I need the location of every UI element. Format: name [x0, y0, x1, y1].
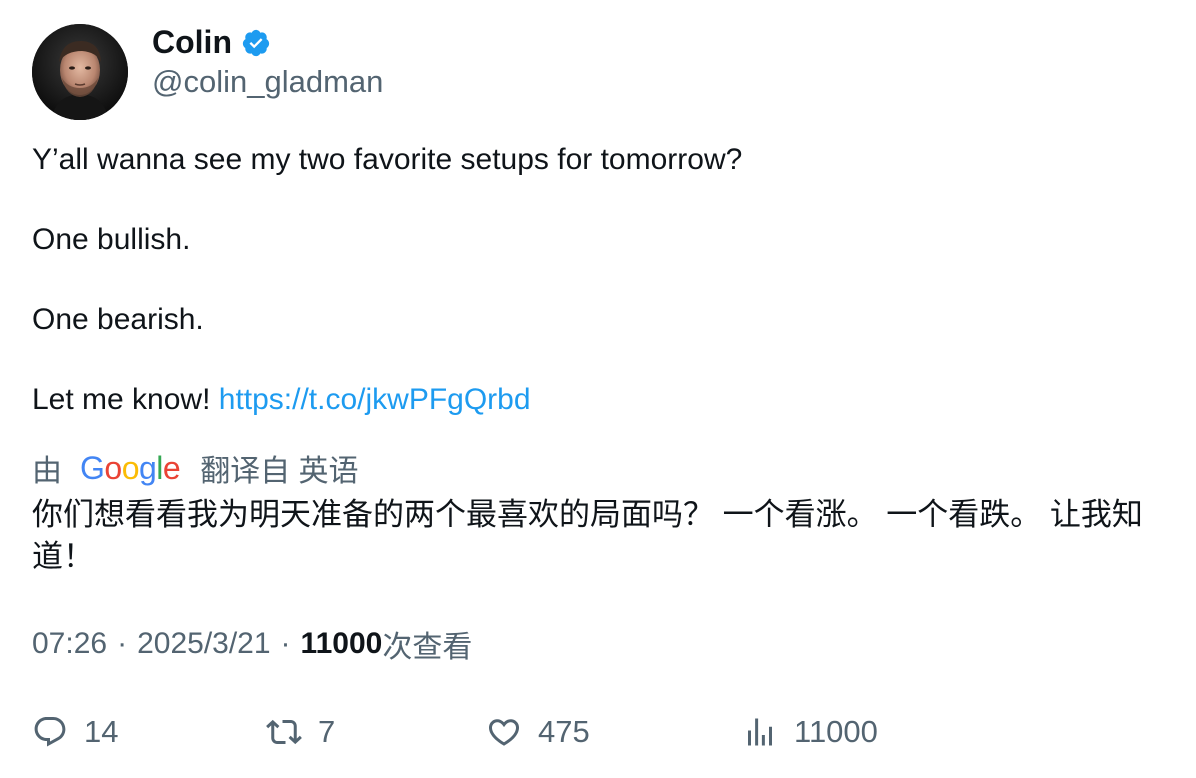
retweet-count: 7	[318, 714, 336, 749]
google-logo[interactable]: Google	[80, 449, 181, 487]
profile-photo	[32, 24, 128, 120]
google-logo-letter: G	[80, 449, 105, 486]
verified-badge-icon[interactable]	[241, 28, 271, 58]
reply-icon	[32, 714, 68, 750]
google-logo-letter: e	[162, 449, 181, 486]
google-logo-letter: l	[156, 449, 163, 486]
avatar[interactable]	[32, 24, 128, 120]
tweet-actions-bar: 14 7 475 11000	[32, 708, 1162, 756]
meta-separator: ·	[117, 627, 128, 660]
views-action-count: 11000	[794, 714, 878, 749]
views-count: 11000	[300, 627, 383, 660]
tweet-date[interactable]: 2025/3/21	[137, 627, 270, 661]
retweet-icon	[266, 714, 302, 750]
analytics-icon	[742, 714, 778, 750]
views-label: 次查看	[382, 631, 473, 664]
tweet-last-line: Let me know!	[32, 383, 211, 416]
like-count: 475	[538, 714, 590, 749]
tweet-meta: 07:26 · 2025/3/21 · 11000 次查看	[32, 622, 472, 666]
user-handle[interactable]: @colin_gladman	[152, 62, 383, 102]
google-logo-letter: g	[138, 449, 157, 486]
like-button[interactable]: 475	[486, 708, 590, 756]
tweet-text: Y’all wanna see my two favorite setups f…	[32, 140, 1162, 420]
reply-count: 14	[84, 714, 119, 749]
display-name[interactable]: Colin	[152, 22, 232, 62]
tweet-link[interactable]: https://t.co/jkwPFgQrbd	[219, 383, 531, 416]
tweet-paragraph: Y’all wanna see my two favorite setups f…	[32, 143, 743, 176]
translated-from-label: 翻译自 英语	[200, 455, 359, 488]
tweet-paragraph-last: Let me know! https://t.co/jkwPFgQrbd	[32, 380, 1162, 420]
tweet-paragraph: One bullish.	[32, 223, 191, 256]
tweet-time[interactable]: 07:26	[32, 627, 107, 661]
translated-by-label: 由	[32, 455, 62, 488]
reply-button[interactable]: 14	[32, 708, 118, 756]
retweet-button[interactable]: 7	[266, 708, 335, 756]
google-logo-letter: o	[121, 449, 140, 486]
meta-separator: ·	[280, 627, 291, 660]
views-button[interactable]: 11000	[742, 708, 878, 756]
author-name-row: Colin	[152, 22, 271, 62]
translated-text: 你们想看看我为明天准备的两个最喜欢的局面吗？ 一个看涨。 一个看跌。 让我知道！	[32, 497, 1143, 574]
translation-attribution: 由 Google 翻译自 英语	[32, 446, 359, 490]
heart-icon	[486, 714, 522, 750]
google-logo-letter: o	[104, 449, 122, 486]
tweet-card: Colin @colin_gladman Y’all wanna see my …	[0, 0, 1196, 778]
tweet-paragraph: One bearish.	[32, 303, 204, 336]
